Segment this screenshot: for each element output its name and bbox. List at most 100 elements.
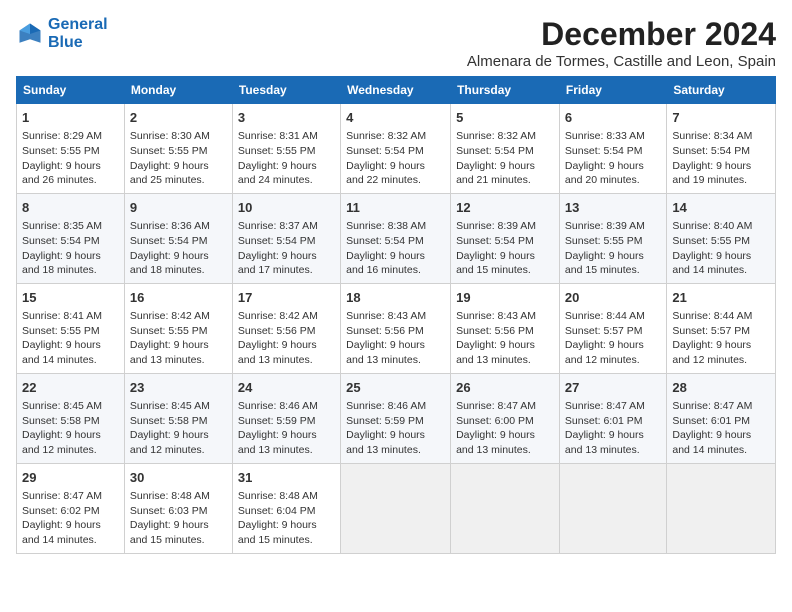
- title-area: December 2024 Almenara de Tormes, Castil…: [467, 16, 776, 70]
- day-number: 10: [238, 199, 335, 217]
- day-info: Sunrise: 8:36 AM Sunset: 5:54 PM Dayligh…: [130, 219, 227, 278]
- calendar-day-cell: 3Sunrise: 8:31 AM Sunset: 5:55 PM Daylig…: [232, 104, 340, 194]
- calendar-day-cell: 6 Sunrise: 8:33 AM Sunset: 5:54 PM Daylig…: [559, 104, 666, 194]
- weekday-header-cell: Sunday: [17, 77, 125, 104]
- day-info: Sunrise: 8:47 AM Sunset: 6:01 PM Dayligh…: [565, 399, 661, 458]
- calendar-week-row: 15Sunrise: 8:41 AM Sunset: 5:55 PM Dayli…: [17, 283, 776, 373]
- day-info: Sunrise: 8:48 AM Sunset: 6:04 PM Dayligh…: [238, 489, 335, 548]
- calendar-day-cell: 24 Sunrise: 8:46 AM Sunset: 5:59 PM Dayli…: [232, 373, 340, 463]
- calendar-day-cell: [341, 463, 451, 553]
- weekday-header-row: SundayMondayTuesdayWednesdayThursdayFrid…: [17, 77, 776, 104]
- day-info: Sunrise: 8:42 AM Sunset: 5:55 PM Dayligh…: [130, 309, 227, 368]
- day-info: Sunrise: 8:43 AM Sunset: 5:56 PM Dayligh…: [456, 309, 554, 368]
- logo-icon: [16, 20, 44, 48]
- calendar-day-cell: 4 Sunrise: 8:32 AM Sunset: 5:54 PM Daylig…: [341, 104, 451, 194]
- weekday-header-cell: Tuesday: [232, 77, 340, 104]
- day-number: 28: [672, 379, 770, 397]
- calendar-table: SundayMondayTuesdayWednesdayThursdayFrid…: [16, 76, 776, 554]
- day-info: Sunrise: 8:31 AM Sunset: 5:55 PM Dayligh…: [238, 129, 335, 188]
- calendar-day-cell: 11 Sunrise: 8:38 AM Sunset: 5:54 PM Dayli…: [341, 193, 451, 283]
- calendar-day-cell: 29Sunrise: 8:47 AM Sunset: 6:02 PM Dayli…: [17, 463, 125, 553]
- calendar-day-cell: 28Sunrise: 8:47 AM Sunset: 6:01 PM Dayli…: [667, 373, 776, 463]
- day-number: 5: [456, 109, 554, 127]
- calendar-day-cell: 16Sunrise: 8:42 AM Sunset: 5:55 PM Dayli…: [124, 283, 232, 373]
- day-number: 14: [672, 199, 770, 217]
- calendar-day-cell: 30 Sunrise: 8:48 AM Sunset: 6:03 PM Dayli…: [124, 463, 232, 553]
- day-number: 23: [130, 379, 227, 397]
- calendar-body: 1 Sunrise: 8:29 AM Sunset: 5:55 PM Daylig…: [17, 104, 776, 554]
- calendar-day-cell: 18Sunrise: 8:43 AM Sunset: 5:56 PM Dayli…: [341, 283, 451, 373]
- day-number: 19: [456, 289, 554, 307]
- calendar-day-cell: [667, 463, 776, 553]
- calendar-day-cell: 15Sunrise: 8:41 AM Sunset: 5:55 PM Dayli…: [17, 283, 125, 373]
- day-info: Sunrise: 8:29 AM Sunset: 5:55 PM Dayligh…: [22, 129, 119, 188]
- day-number: 11: [346, 199, 445, 217]
- day-number: 9: [130, 199, 227, 217]
- logo-line1: General: [48, 16, 108, 33]
- main-title: December 2024: [467, 16, 776, 53]
- logo-line2: Blue: [48, 34, 83, 51]
- calendar-day-cell: 22Sunrise: 8:45 AM Sunset: 5:58 PM Dayli…: [17, 373, 125, 463]
- logo-text: General Blue: [48, 16, 108, 51]
- calendar-day-cell: 26 Sunrise: 8:47 AM Sunset: 6:00 PM Dayli…: [451, 373, 560, 463]
- day-info: Sunrise: 8:40 AM Sunset: 5:55 PM Dayligh…: [672, 219, 770, 278]
- calendar-day-cell: 8Sunrise: 8:35 AM Sunset: 5:54 PM Daylig…: [17, 193, 125, 283]
- calendar-day-cell: 7Sunrise: 8:34 AM Sunset: 5:54 PM Daylig…: [667, 104, 776, 194]
- calendar-week-row: 1 Sunrise: 8:29 AM Sunset: 5:55 PM Daylig…: [17, 104, 776, 194]
- day-info: Sunrise: 8:38 AM Sunset: 5:54 PM Dayligh…: [346, 219, 445, 278]
- day-info: Sunrise: 8:46 AM Sunset: 5:59 PM Dayligh…: [238, 399, 335, 458]
- weekday-header-cell: Saturday: [667, 77, 776, 104]
- calendar-day-cell: 10 Sunrise: 8:37 AM Sunset: 5:54 PM Dayli…: [232, 193, 340, 283]
- day-info: Sunrise: 8:45 AM Sunset: 5:58 PM Dayligh…: [130, 399, 227, 458]
- day-info: Sunrise: 8:41 AM Sunset: 5:55 PM Dayligh…: [22, 309, 119, 368]
- day-number: 12: [456, 199, 554, 217]
- calendar-day-cell: 1 Sunrise: 8:29 AM Sunset: 5:55 PM Daylig…: [17, 104, 125, 194]
- calendar-day-cell: 27Sunrise: 8:47 AM Sunset: 6:01 PM Dayli…: [559, 373, 666, 463]
- day-info: Sunrise: 8:32 AM Sunset: 5:54 PM Dayligh…: [456, 129, 554, 188]
- weekday-header-cell: Monday: [124, 77, 232, 104]
- day-info: Sunrise: 8:35 AM Sunset: 5:54 PM Dayligh…: [22, 219, 119, 278]
- day-number: 1: [22, 109, 119, 127]
- day-number: 26: [456, 379, 554, 397]
- calendar-day-cell: 13Sunrise: 8:39 AM Sunset: 5:55 PM Dayli…: [559, 193, 666, 283]
- calendar-week-row: 22 Sunrise: 8:45 AM Sunset: 5:58 PM Dayli…: [17, 373, 776, 463]
- day-number: 22: [22, 379, 119, 397]
- day-info: Sunrise: 8:33 AM Sunset: 5:54 PM Dayligh…: [565, 129, 661, 188]
- day-info: Sunrise: 8:48 AM Sunset: 6:03 PM Dayligh…: [130, 489, 227, 548]
- day-info: Sunrise: 8:44 AM Sunset: 5:57 PM Dayligh…: [672, 309, 770, 368]
- calendar-week-row: 29Sunrise: 8:47 AM Sunset: 6:02 PM Dayli…: [17, 463, 776, 553]
- weekday-header-cell: Wednesday: [341, 77, 451, 104]
- day-info: Sunrise: 8:43 AM Sunset: 5:56 PM Dayligh…: [346, 309, 445, 368]
- day-info: Sunrise: 8:32 AM Sunset: 5:54 PM Dayligh…: [346, 129, 445, 188]
- calendar-day-cell: 23 Sunrise: 8:45 AM Sunset: 5:58 PM Dayli…: [124, 373, 232, 463]
- calendar-day-cell: 20 Sunrise: 8:44 AM Sunset: 5:57 PM Dayli…: [559, 283, 666, 373]
- day-number: 31: [238, 469, 335, 487]
- day-number: 20: [565, 289, 661, 307]
- calendar-day-cell: 21Sunrise: 8:44 AM Sunset: 5:57 PM Dayli…: [667, 283, 776, 373]
- day-number: 24: [238, 379, 335, 397]
- day-number: 7: [672, 109, 770, 127]
- day-info: Sunrise: 8:47 AM Sunset: 6:00 PM Dayligh…: [456, 399, 554, 458]
- calendar-day-cell: 12 Sunrise: 8:39 AM Sunset: 5:54 PM Dayli…: [451, 193, 560, 283]
- calendar-day-cell: 19 Sunrise: 8:43 AM Sunset: 5:56 PM Dayli…: [451, 283, 560, 373]
- calendar-day-cell: 25Sunrise: 8:46 AM Sunset: 5:59 PM Dayli…: [341, 373, 451, 463]
- header: General Blue December 2024 Almenara de T…: [16, 16, 776, 70]
- day-number: 29: [22, 469, 119, 487]
- day-number: 30: [130, 469, 227, 487]
- day-info: Sunrise: 8:39 AM Sunset: 5:54 PM Dayligh…: [456, 219, 554, 278]
- calendar-day-cell: 14 Sunrise: 8:40 AM Sunset: 5:55 PM Dayli…: [667, 193, 776, 283]
- calendar-day-cell: 17Sunrise: 8:42 AM Sunset: 5:56 PM Dayli…: [232, 283, 340, 373]
- calendar-day-cell: 31 Sunrise: 8:48 AM Sunset: 6:04 PM Dayli…: [232, 463, 340, 553]
- calendar-day-cell: 9 Sunrise: 8:36 AM Sunset: 5:54 PM Daylig…: [124, 193, 232, 283]
- day-info: Sunrise: 8:42 AM Sunset: 5:56 PM Dayligh…: [238, 309, 335, 368]
- day-number: 4: [346, 109, 445, 127]
- calendar-week-row: 8Sunrise: 8:35 AM Sunset: 5:54 PM Daylig…: [17, 193, 776, 283]
- day-number: 13: [565, 199, 661, 217]
- day-number: 6: [565, 109, 661, 127]
- subtitle: Almenara de Tormes, Castille and Leon, S…: [467, 53, 776, 70]
- calendar-day-cell: [559, 463, 666, 553]
- calendar-day-cell: 5 Sunrise: 8:32 AM Sunset: 5:54 PM Daylig…: [451, 104, 560, 194]
- day-number: 2: [130, 109, 227, 127]
- day-info: Sunrise: 8:37 AM Sunset: 5:54 PM Dayligh…: [238, 219, 335, 278]
- day-info: Sunrise: 8:44 AM Sunset: 5:57 PM Dayligh…: [565, 309, 661, 368]
